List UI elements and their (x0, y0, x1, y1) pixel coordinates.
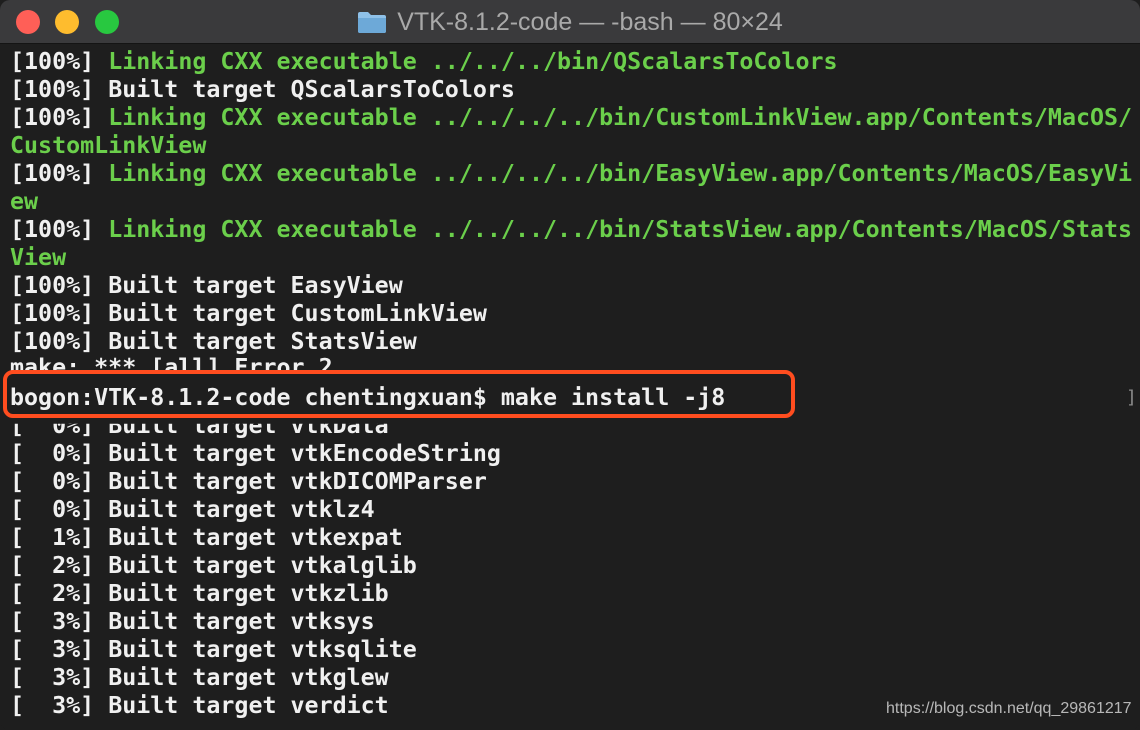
line-prefix: [100%] (10, 272, 109, 299)
terminal-line: [ 0%] Built target vtklz4 (10, 496, 1135, 524)
line-prefix: [100%] (10, 328, 109, 355)
terminal-line: [ 0%] Built target vtkDICOMParser (10, 468, 1135, 496)
terminal-line: View (10, 244, 1135, 272)
line-prefix: [ 2%] (10, 552, 109, 579)
terminal-window: VTK-8.1.2-code — -bash — 80×24 [100%] Li… (0, 0, 1140, 730)
line-text: Built target QScalarsToColors (108, 76, 515, 103)
terminal-line: [100%] Built target StatsView (10, 328, 1135, 356)
terminal-line: [100%] Linking CXX executable ../../../.… (10, 160, 1135, 188)
terminal-line: [ 3%] Built target vtksqlite (10, 636, 1135, 664)
cursor-mark: ] (1126, 387, 1137, 408)
terminal-line: ew (10, 188, 1135, 216)
line-prefix: [ 2%] (10, 580, 109, 607)
terminal-line: [ 3%] Built target vtksys (10, 608, 1135, 636)
folder-icon (358, 12, 387, 33)
line-text: Built target vtksys (108, 608, 375, 635)
terminal-line: [100%] Built target QScalarsToColors (10, 76, 1135, 104)
line-text: Linking CXX executable ../../../../bin/C… (108, 104, 1133, 131)
line-prefix: [ 0%] (10, 440, 109, 467)
line-prefix: [ 3%] (10, 636, 109, 663)
line-prefix: [100%] (10, 300, 109, 327)
terminal-line: [ 2%] Built target vtkalglib (10, 552, 1135, 580)
line-prefix: [100%] (10, 76, 109, 103)
line-prefix: [ 3%] (10, 608, 109, 635)
line-text: Built target vtksqlite (108, 636, 417, 663)
line-text: View (10, 244, 67, 271)
terminal-line: [100%] Linking CXX executable ../../../.… (10, 216, 1135, 244)
line-text: CustomLinkView (10, 132, 207, 159)
terminal-line: [ 1%] Built target vtkexpat (10, 524, 1135, 552)
line-prefix: [100%] (10, 48, 109, 75)
line-prefix: [100%] (10, 216, 109, 243)
line-text: Built target vtkexpat (108, 524, 403, 551)
line-prefix: [ 0%] (10, 468, 109, 495)
title-bar[interactable]: VTK-8.1.2-code — -bash — 80×24 (0, 0, 1140, 44)
line-text: Built target CustomLinkView (108, 300, 487, 327)
line-prefix: [ 3%] (10, 664, 109, 691)
terminal-line: [100%] Linking CXX executable ../../../b… (10, 48, 1135, 76)
terminal-line: [ 0%] Built target vtkEncodeString (10, 440, 1135, 468)
line-text: Built target vtklz4 (108, 496, 375, 523)
line-text: Built target vtkEncodeString (108, 440, 501, 467)
window-title: VTK-8.1.2-code — -bash — 80×24 (397, 8, 783, 36)
line-text: Built target vtkalglib (108, 552, 417, 579)
line-prefix: [100%] (10, 104, 109, 131)
line-text: Built target EasyView (108, 272, 403, 299)
window-title-group: VTK-8.1.2-code — -bash — 80×24 (0, 7, 1140, 37)
line-text: Linking CXX executable ../../../../bin/E… (108, 160, 1133, 187)
line-text: Built target StatsView (108, 328, 417, 355)
line-prefix: [ 0%] (10, 496, 109, 523)
terminal-line: [100%] Linking CXX executable ../../../.… (10, 104, 1135, 132)
line-text: Built target vtkzlib (108, 580, 389, 607)
line-prefix: [100%] (10, 160, 109, 187)
line-text: Linking CXX executable ../../../bin/QSca… (108, 48, 838, 75)
line-text: ew (10, 188, 39, 215)
terminal-line: [100%] Built target EasyView (10, 272, 1135, 300)
line-text: Built target vtkglew (108, 664, 389, 691)
line-text: Linking CXX executable ../../../../bin/S… (108, 216, 1133, 243)
line-text: Built target verdict (108, 692, 389, 719)
watermark: https://blog.csdn.net/qq_29861217 (886, 700, 1132, 717)
terminal-line: [ 3%] Built target vtkglew (10, 664, 1135, 692)
terminal-line: CustomLinkView (10, 132, 1135, 160)
terminal-line: [ 2%] Built target vtkzlib (10, 580, 1135, 608)
terminal-line: [100%] Built target CustomLinkView (10, 300, 1135, 328)
line-text: Built target vtkDICOMParser (108, 468, 487, 495)
line-prefix: [ 1%] (10, 524, 109, 551)
line-prefix: [ 3%] (10, 692, 109, 719)
command-highlight-box (3, 370, 795, 418)
